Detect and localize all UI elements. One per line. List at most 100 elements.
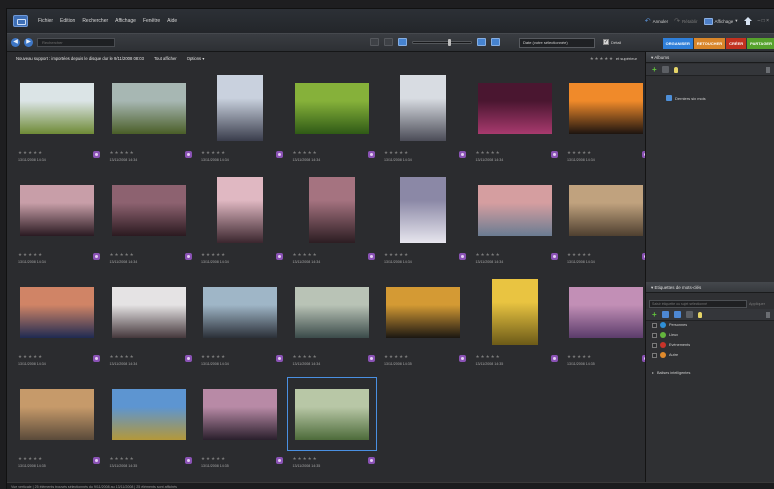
thumbnail-frame[interactable] xyxy=(13,174,101,246)
display-menu-button[interactable]: Affichage ▾ xyxy=(703,17,738,25)
photo-thumbnail-cell[interactable]: ★★★★★ 13/11/2008 14:34 xyxy=(105,174,193,276)
photo-thumbnail-cell[interactable]: ★★★★★ 13/11/2008 14:34 xyxy=(562,174,650,276)
photo-rating-stars[interactable]: ★★★★★ xyxy=(476,150,501,156)
photo-thumbnail[interactable] xyxy=(477,184,552,236)
tag-badge-icon[interactable] xyxy=(459,355,466,362)
photo-thumbnail-cell[interactable]: ★★★★★ 13/11/2008 14:34 xyxy=(13,174,101,276)
home-icon[interactable] xyxy=(743,17,752,25)
photo-thumbnail-cell[interactable]: ★★★★★ 13/11/2008 14:35 xyxy=(471,276,559,378)
photo-rating-stars[interactable]: ★★★★★ xyxy=(18,354,43,360)
tags-panel-header[interactable]: ▾ Etiquettes de mots-clés xyxy=(646,282,774,293)
tag-item-other[interactable]: Autre xyxy=(652,352,678,358)
tag-badge-icon[interactable] xyxy=(276,151,283,158)
photo-thumbnail-cell[interactable]: ★★★★★ 13/11/2008 14:34 xyxy=(196,174,284,276)
photo-thumbnail-cell[interactable]: ★★★★★ 13/11/2008 14:34 xyxy=(105,72,193,174)
tag-badge-icon[interactable] xyxy=(93,355,100,362)
thumbnail-frame[interactable] xyxy=(288,276,376,348)
menu-edit[interactable]: Edition xyxy=(60,18,75,24)
search-input[interactable] xyxy=(37,38,115,47)
thumbnail-frame[interactable] xyxy=(196,276,284,348)
tag-checkbox[interactable] xyxy=(652,352,657,358)
photo-thumbnail-cell[interactable]: ★★★★★ 13/11/2008 14:35 xyxy=(13,378,101,480)
photo-thumbnail-cell[interactable]: ★★★★★ 13/11/2008 14:34 xyxy=(471,72,559,174)
photo-thumbnail[interactable] xyxy=(217,177,263,243)
rotate-left-icon[interactable] xyxy=(370,38,379,46)
thumbnail-frame[interactable] xyxy=(286,377,377,451)
apply-button[interactable]: Appliquer xyxy=(749,302,765,306)
photo-thumbnail-cell[interactable]: ★★★★★ 13/11/2008 14:34 xyxy=(471,174,559,276)
sort-select[interactable]: Date (votre sélectionnée) xyxy=(519,38,595,48)
photo-thumbnail[interactable] xyxy=(569,82,643,134)
tag-people-icon[interactable] xyxy=(673,311,681,318)
menu-help[interactable]: Aide xyxy=(167,18,177,24)
photo-thumbnail-cell[interactable]: ★★★★★ 13/11/2008 14:34 xyxy=(196,276,284,378)
photo-rating-stars[interactable]: ★★★★★ xyxy=(18,252,43,258)
tag-item-places[interactable]: Lieux xyxy=(652,332,678,338)
photo-thumbnail[interactable] xyxy=(111,388,186,440)
thumbnail-frame[interactable] xyxy=(196,174,284,246)
photo-thumbnail-cell[interactable]: ★★★★★ 13/11/2008 14:34 xyxy=(562,72,650,174)
smart-tags-item[interactable]: ▸ Balises intelligentes xyxy=(652,370,690,375)
photo-thumbnail-cell[interactable]: ★★★★★ 13/11/2008 14:34 xyxy=(379,174,467,276)
photo-thumbnail[interactable] xyxy=(569,286,643,338)
photo-rating-stars[interactable]: ★★★★★ xyxy=(110,150,135,156)
thumbnail-frame[interactable] xyxy=(288,72,376,144)
thumbnail-frame[interactable] xyxy=(196,72,284,144)
thumbnail-frame[interactable] xyxy=(562,276,650,348)
tag-badge-icon[interactable] xyxy=(184,151,192,158)
tag-badge-icon[interactable] xyxy=(459,151,466,158)
photo-rating-stars[interactable]: ★★★★★ xyxy=(293,150,318,156)
add-tag-icon[interactable]: + xyxy=(652,310,657,319)
photo-thumbnail[interactable] xyxy=(111,184,186,236)
add-album-icon[interactable]: + xyxy=(652,65,657,74)
tag-badge-icon[interactable] xyxy=(276,355,283,362)
photo-thumbnail[interactable] xyxy=(386,286,460,338)
photo-rating-stars[interactable]: ★★★★★ xyxy=(293,354,318,360)
thumbnail-frame[interactable] xyxy=(105,72,193,144)
thumbnail-frame[interactable] xyxy=(471,174,559,246)
photo-thumbnail[interactable] xyxy=(20,388,94,440)
photo-rating-stars[interactable]: ★★★★★ xyxy=(18,150,43,156)
details-toggle[interactable]: ✓ Détail xyxy=(603,39,621,45)
photo-thumbnail[interactable] xyxy=(20,184,94,236)
photo-thumbnail[interactable] xyxy=(477,82,552,134)
photo-rating-stars[interactable]: ★★★★★ xyxy=(384,150,409,156)
photo-thumbnail[interactable] xyxy=(294,286,369,338)
photo-rating-stars[interactable]: ★★★★★ xyxy=(201,456,226,462)
photo-thumbnail[interactable] xyxy=(294,82,369,134)
full-screen-icon[interactable] xyxy=(491,38,500,46)
photo-thumbnail[interactable] xyxy=(20,82,94,134)
thumbnail-frame[interactable] xyxy=(562,174,650,246)
tag-item-people[interactable]: Personnes xyxy=(652,322,687,328)
thumbnail-frame[interactable] xyxy=(379,72,467,144)
tag-badge-icon[interactable] xyxy=(184,355,192,362)
tag-badge-icon[interactable] xyxy=(367,457,375,464)
photo-thumbnail-cell[interactable]: ★★★★★ 13/11/2008 14:35 xyxy=(286,377,377,480)
thumbnail-frame[interactable] xyxy=(105,378,193,450)
undo-button[interactable]: ↶ Annuler xyxy=(645,18,668,25)
photo-thumbnail[interactable] xyxy=(217,75,263,141)
tag-checkbox[interactable] xyxy=(652,332,657,338)
options-menu[interactable]: Options ▾ xyxy=(187,56,205,61)
tag-badge-icon[interactable] xyxy=(367,355,375,362)
album-item[interactable]: Derniers six mois xyxy=(666,95,706,101)
photo-rating-stars[interactable]: ★★★★★ xyxy=(110,456,135,462)
photo-thumbnail-cell[interactable]: ★★★★★ 13/11/2008 14:35 xyxy=(379,276,467,378)
window-controls[interactable]: – □ × xyxy=(758,18,770,24)
photo-thumbnail[interactable] xyxy=(111,286,186,338)
tab-create[interactable]: CRÉER xyxy=(726,38,747,49)
photo-thumbnail[interactable] xyxy=(400,75,446,141)
tag-badge-icon[interactable] xyxy=(276,253,283,260)
tag-badge-icon[interactable] xyxy=(93,253,100,260)
menu-find[interactable]: Rechercher xyxy=(82,18,108,24)
photo-thumbnail-cell[interactable]: ★★★★★ 13/11/2008 14:35 xyxy=(562,276,650,378)
photo-rating-stars[interactable]: ★★★★★ xyxy=(201,150,226,156)
zoom-slider[interactable] xyxy=(412,38,472,46)
photo-rating-stars[interactable]: ★★★★★ xyxy=(110,354,135,360)
photo-rating-stars[interactable]: ★★★★★ xyxy=(567,150,592,156)
show-all-link[interactable]: Tout afficher xyxy=(154,56,177,61)
thumbnail-frame[interactable] xyxy=(13,72,101,144)
tag-badge-icon[interactable] xyxy=(550,355,558,362)
menu-view[interactable]: Affichage xyxy=(115,18,136,24)
tab-share[interactable]: PARTAGER xyxy=(747,38,774,49)
